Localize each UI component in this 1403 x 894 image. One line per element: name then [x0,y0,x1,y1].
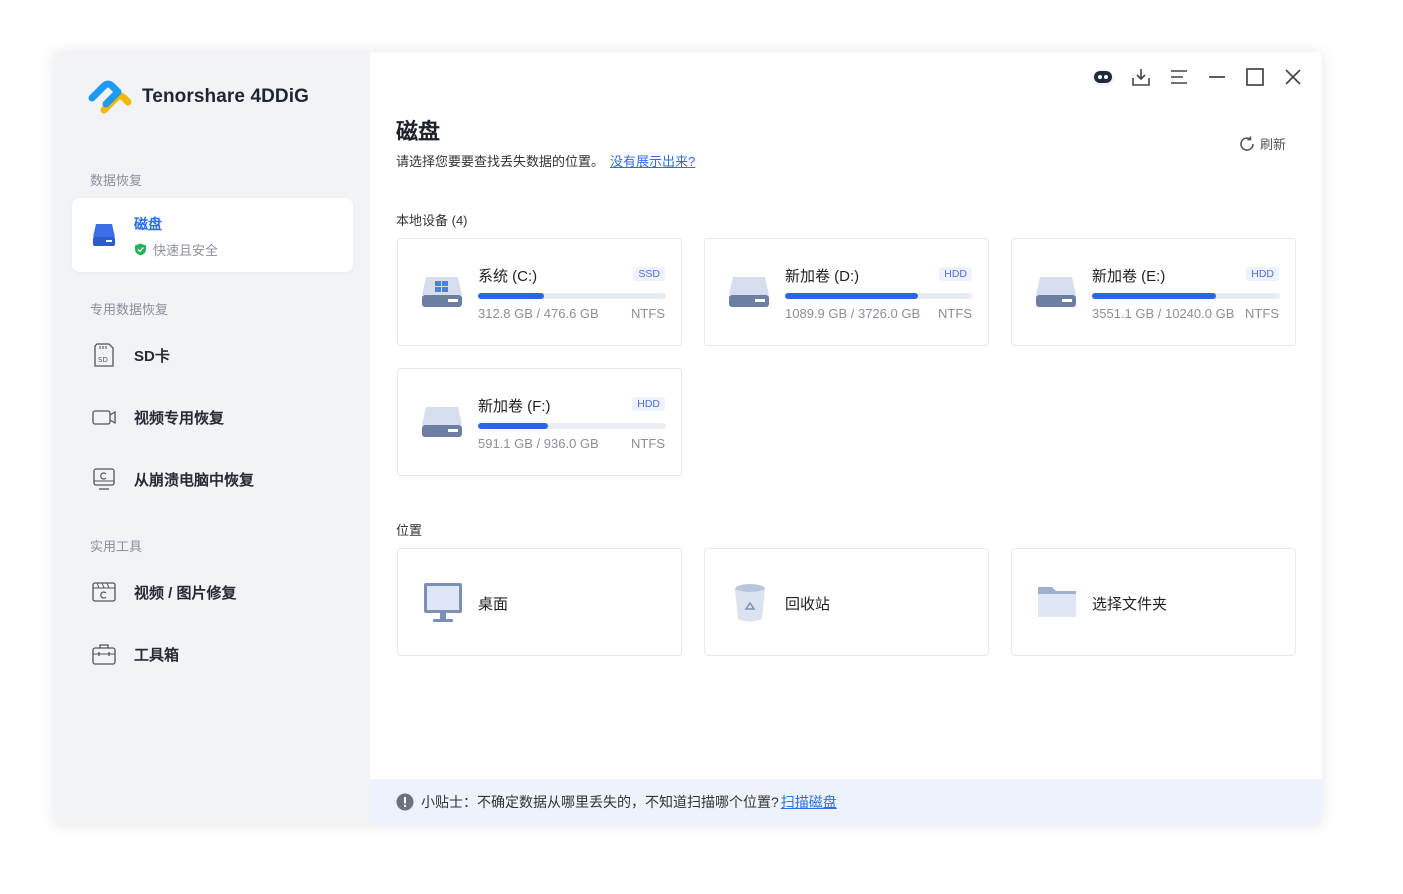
recycle-bin-icon [735,584,765,622]
sidebar-item-subtitle: 快速且安全 [134,240,218,259]
drive-usage-bar [478,293,666,299]
drive-usage-fill [478,293,544,299]
drive-usage-bar [478,423,666,429]
drive-card-f[interactable]: 新加卷 (F:) HDD 591.1 GB / 936.0 GB NTFS [397,368,682,476]
section-title-special: 专用数据恢复 [90,302,169,317]
drive-filesystem: NTFS [1245,306,1279,321]
page-subtitle: 请选择您要要查找丢失数据的位置。 没有展示出来? [396,151,695,170]
crashed-computer-icon [93,468,115,490]
section-title-recovery: 数据恢复 [90,173,143,188]
local-devices-title: 本地设备 (4) [396,213,468,228]
close-button[interactable] [1280,64,1306,90]
drive-type-badge: HDD [1246,267,1279,281]
minimize-icon [1209,76,1225,78]
drive-name: 新加卷 (F:) [478,398,551,415]
drive-name: 新加卷 (D:) [785,268,860,285]
assistant-button[interactable] [1090,64,1116,90]
drive-type-badge: SSD [633,267,665,281]
drive-size: 312.8 GB / 476.6 GB [478,306,599,321]
close-icon [1285,69,1301,85]
drive-filesystem: NTFS [631,436,665,451]
info-icon [396,793,414,811]
download-button[interactable] [1128,64,1154,90]
disk-icon [93,224,115,246]
drive-usage-fill [478,423,548,429]
drive-card-d[interactable]: 新加卷 (D:) HDD 1089.9 GB / 3726.0 GB NTFS [704,238,989,346]
sidebar-item-toolbox[interactable]: 工具箱 [90,639,179,669]
svg-text:SD: SD [98,356,108,364]
location-name: 桌面 [478,596,509,613]
sd-card-icon: SD [94,343,114,367]
drive-usage-fill [1092,293,1217,299]
drive-filesystem: NTFS [631,306,665,321]
desktop-icon [424,583,462,622]
drive-name: 新加卷 (E:) [1092,268,1166,285]
shield-check-icon [135,243,146,256]
logo-icon [88,80,132,114]
app-window: Tenorshare 4DDiG 数据恢复 磁盘 快速且安全 专用数据恢复 SD… [54,52,1322,825]
tip-text: 小贴士：不确定数据从哪里丢失的，不知道扫描哪个位置? [421,794,779,810]
sidebar-item-label: SD卡 [134,347,170,365]
drive-size: 3551.1 GB / 10240.0 GB [1092,306,1235,321]
minimize-button[interactable] [1204,64,1230,90]
download-icon [1132,69,1150,86]
sidebar-item-crashed-pc[interactable]: 从崩溃电脑中恢复 [90,464,254,494]
drive-type-badge: HDD [632,397,665,411]
drive-size: 591.1 GB / 936.0 GB [478,436,599,451]
refresh-button[interactable]: 刷新 [1238,134,1286,153]
menu-icon [1171,70,1187,84]
location-card-select-folder[interactable]: 选择文件夹 [1011,548,1296,656]
drive-usage-fill [785,293,919,299]
drive-usage-bar [785,293,973,299]
maximize-button[interactable] [1242,64,1268,90]
hard-drive-icon [1036,277,1076,307]
title-bar [1078,64,1306,90]
location-name: 选择文件夹 [1092,596,1168,613]
sidebar-item-video-photo-repair[interactable]: 视频 / 图片修复 [90,577,237,607]
page-title: 磁盘 [396,119,441,144]
sidebar-item-disk[interactable]: 磁盘 快速且安全 [72,198,353,272]
refresh-icon [1240,136,1254,151]
sidebar-item-label: 从崩溃电脑中恢复 [134,471,255,489]
location-card-desktop[interactable]: 桌面 [397,548,682,656]
robot-icon [1092,70,1114,86]
main-panel: 磁盘 请选择您要要查找丢失数据的位置。 没有展示出来? 刷新 本地设备 (4) 系… [370,52,1322,825]
sidebar-item-sd-card[interactable]: SD SD卡 [90,340,170,370]
not-shown-link[interactable]: 没有展示出来? [610,154,695,169]
sidebar-item-label: 视频专用恢复 [134,409,225,427]
refresh-label: 刷新 [1259,137,1286,152]
hard-drive-icon [729,277,769,307]
drive-filesystem: NTFS [938,306,972,321]
sidebar-item-video-recovery[interactable]: 视频专用恢复 [90,402,224,432]
sidebar-item-subtitle-text: 快速且安全 [153,243,219,258]
video-camera-icon [92,410,116,425]
hard-drive-icon [422,407,462,437]
locations-title: 位置 [396,523,423,538]
maximize-icon [1246,68,1264,86]
location-card-recycle-bin[interactable]: 回收站 [704,548,989,656]
sidebar-item-label: 视频 / 图片修复 [134,584,237,602]
location-name: 回收站 [785,596,831,613]
menu-button[interactable] [1166,64,1192,90]
page-subtitle-text: 请选择您要要查找丢失数据的位置。 [396,154,605,169]
folder-icon [1038,587,1076,617]
sidebar: Tenorshare 4DDiG 数据恢复 磁盘 快速且安全 专用数据恢复 SD… [54,52,370,825]
drive-size: 1089.9 GB / 3726.0 GB [785,306,921,321]
app-name: Tenorshare 4DDiG [142,86,310,107]
tip-bar: 小贴士：不确定数据从哪里丢失的，不知道扫描哪个位置? 扫描磁盘 [370,779,1322,825]
sidebar-item-label: 磁盘 [134,216,162,232]
drive-type-badge: HDD [939,267,972,281]
drive-card-c[interactable]: 系统 (C:) SSD 312.8 GB / 476.6 GB NTFS [397,238,682,346]
sidebar-item-label: 工具箱 [134,646,180,664]
section-title-tools: 实用工具 [90,539,143,554]
drive-card-e[interactable]: 新加卷 (E:) HDD 3551.1 GB / 10240.0 GB NTFS [1011,238,1296,346]
scan-disk-link[interactable]: 扫描磁盘 [781,792,837,812]
windows-drive-icon [422,277,462,307]
drive-name: 系统 (C:) [478,268,538,285]
toolbox-icon [92,644,116,665]
photo-repair-icon [92,582,116,602]
drive-usage-bar [1092,293,1280,299]
app-logo: Tenorshare 4DDiG [88,76,309,118]
